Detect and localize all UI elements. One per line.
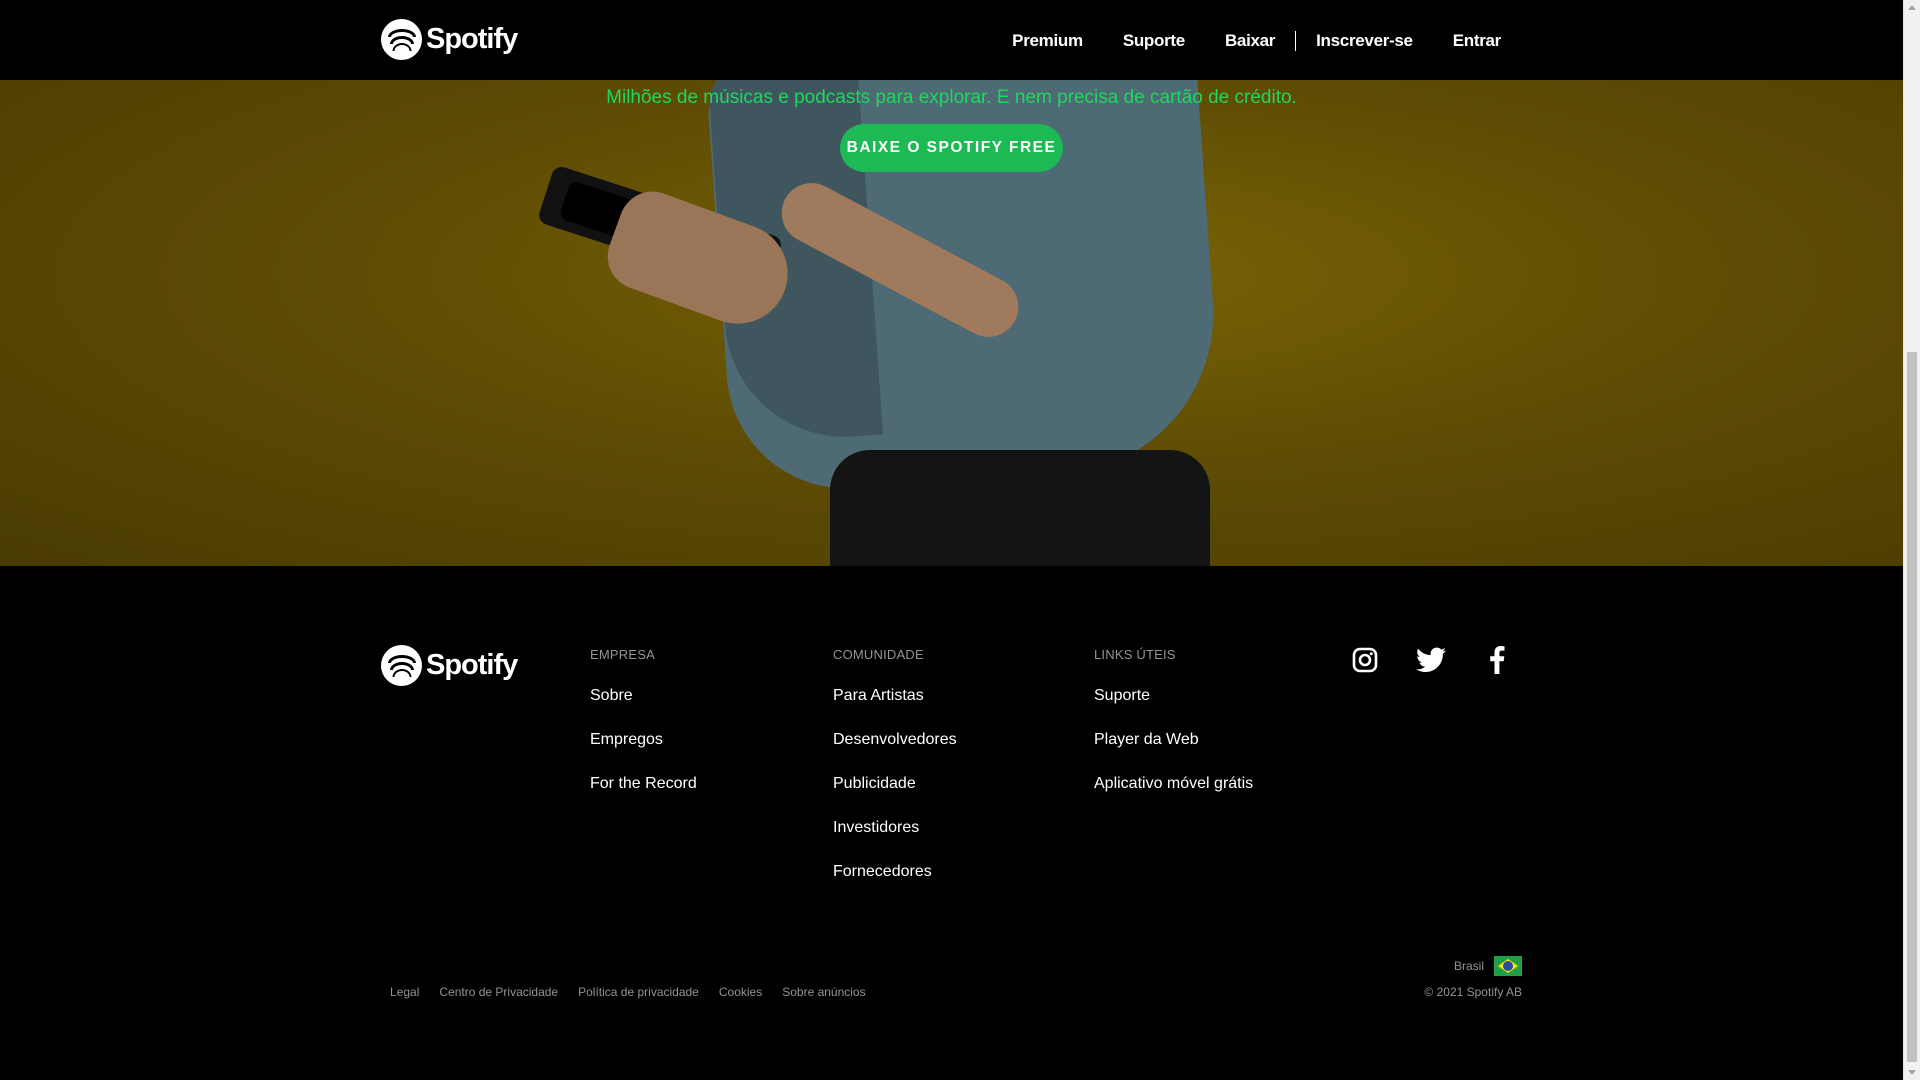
footer-link-investors[interactable]: Investidores [833, 818, 957, 838]
site-footer: Spotify EMPRESA Sobre Empregos For the R… [0, 566, 1903, 1080]
instagram-icon[interactable] [1350, 645, 1380, 675]
facebook-icon[interactable] [1482, 645, 1512, 675]
brazil-flag-icon [1494, 956, 1522, 976]
nav-premium[interactable]: Premium [1012, 31, 1083, 51]
nav-signup[interactable]: Inscrever-se [1316, 31, 1413, 51]
social-links [1350, 645, 1512, 675]
cookies-link[interactable]: Cookies [719, 985, 762, 999]
about-ads-link[interactable]: Sobre anúncios [782, 985, 865, 999]
scrollbar-thumb[interactable] [1907, 352, 1917, 1062]
footer-spotify-logo[interactable]: Spotify [381, 645, 518, 686]
footer-link-support[interactable]: Suporte [1094, 686, 1253, 706]
privacy-policy-link[interactable]: Política de privacidade [578, 985, 699, 999]
footer-column-title: COMUNIDADE [833, 647, 924, 662]
spotify-logo[interactable]: Spotify [381, 19, 518, 60]
top-navbar: Spotify Premium Suporte Baixar Inscrever… [0, 0, 1903, 80]
hero-tagline: Milhões de músicas e podcasts para explo… [606, 87, 1297, 108]
footer-link-jobs[interactable]: Empregos [590, 730, 697, 750]
vertical-scrollbar[interactable] [1903, 0, 1920, 1080]
footer-link-developers[interactable]: Desenvolvedores [833, 730, 957, 750]
nav-support[interactable]: Suporte [1123, 31, 1185, 51]
scroll-down-arrow-icon[interactable] [1908, 1070, 1916, 1075]
spotify-logo-wordmark: Spotify [426, 649, 518, 681]
hero-banner: Milhões de músicas e podcasts para explo… [0, 80, 1903, 566]
copyright-text: © 2021 Spotify AB [1424, 985, 1522, 999]
scroll-up-arrow-icon[interactable] [1908, 5, 1916, 10]
footer-link-artists[interactable]: Para Artistas [833, 686, 957, 706]
footer-link-for-the-record[interactable]: For the Record [590, 774, 697, 794]
privacy-center-link[interactable]: Centro de Privacidade [439, 985, 558, 999]
footer-column-title: EMPRESA [590, 647, 655, 662]
footer-column-title: LINKS ÚTEIS [1094, 647, 1176, 662]
download-free-button[interactable]: BAIXE O SPOTIFY FREE [840, 124, 1063, 172]
country-label: Brasil [1453, 959, 1484, 973]
legal-links: Legal Centro de Privacidade Política de … [390, 985, 866, 999]
footer-column-useful-links: LINKS ÚTEIS Suporte Player da Web Aplica… [1094, 647, 1253, 818]
spotify-logo-icon [381, 645, 422, 686]
legal-link[interactable]: Legal [390, 985, 419, 999]
nav-download[interactable]: Baixar [1225, 31, 1275, 51]
footer-link-advertising[interactable]: Publicidade [833, 774, 957, 794]
footer-link-web-player[interactable]: Player da Web [1094, 730, 1253, 750]
footer-link-about[interactable]: Sobre [590, 686, 697, 706]
country-selector[interactable]: Brasil [1454, 956, 1522, 976]
nav-divider [1295, 31, 1297, 51]
twitter-icon[interactable] [1416, 645, 1446, 675]
footer-column-company: EMPRESA Sobre Empregos For the Record [590, 647, 697, 818]
footer-link-vendors[interactable]: Fornecedores [833, 862, 957, 882]
main-nav: Premium Suporte Baixar Inscrever-se Entr… [1012, 28, 1501, 54]
footer-column-community: COMUNIDADE Para Artistas Desenvolvedores… [833, 647, 957, 906]
nav-login[interactable]: Entrar [1453, 31, 1502, 51]
spotify-logo-wordmark: Spotify [426, 23, 518, 55]
footer-link-mobile-app[interactable]: Aplicativo móvel grátis [1094, 774, 1253, 794]
spotify-logo-icon [381, 19, 422, 60]
page: Spotify Premium Suporte Baixar Inscrever… [0, 0, 1903, 1080]
